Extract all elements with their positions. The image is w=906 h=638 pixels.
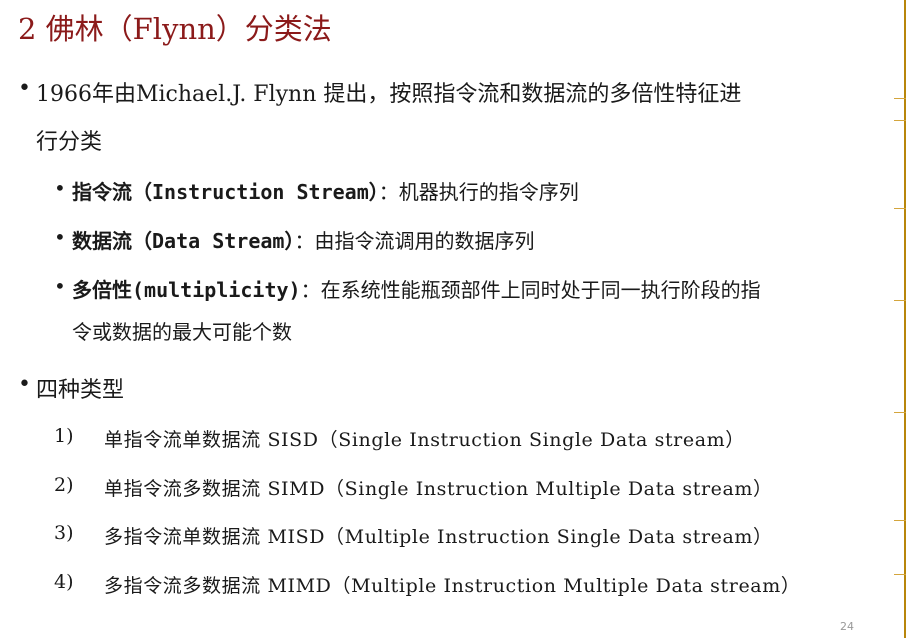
bullet-marker: •: [18, 372, 31, 397]
page-number: 24: [840, 620, 854, 633]
accent-tick: [894, 208, 906, 209]
bullet1-line2: 行分类: [36, 130, 103, 155]
sub-bullet-marker: •: [54, 225, 66, 249]
accent-tick: [894, 120, 906, 121]
item-number: 3): [54, 522, 74, 544]
item-number: 1): [54, 425, 74, 447]
item-number: 2): [54, 474, 74, 496]
accent-tick: [894, 98, 906, 99]
subitem-desc: ：在系统性能瓶颈部件上同时处于同一执行阶段的指: [300, 278, 761, 302]
subitem-term: 多倍性(multiplicity): [72, 278, 301, 302]
accent-tick: [894, 300, 906, 301]
sub-bullet-marker: •: [54, 176, 66, 200]
accent-tick: [894, 412, 906, 413]
subitem-term: 数据流（Data Stream）: [72, 229, 295, 253]
bullet1-line1: 1966年由Michael.J. Flynn 提出，按照指令流和数据流的多倍性特…: [36, 82, 742, 107]
bullet-marker: •: [18, 76, 31, 101]
accent-tick: [894, 574, 906, 575]
type-mimd: 多指令流多数据流 MIMD（Multiple Instruction Multi…: [104, 575, 801, 597]
slide-title: 2 佛林（Flynn）分类法: [18, 12, 332, 46]
type-simd: 单指令流多数据流 SIMD（Single Instruction Multipl…: [104, 478, 773, 500]
subitem-multiplicity: 多倍性(multiplicity)：在系统性能瓶颈部件上同时处于同一执行阶段的指: [72, 274, 761, 303]
subitem-multiplicity-cont: 令或数据的最大可能个数: [72, 320, 292, 344]
subitem-instruction-stream: 指令流（Instruction Stream）：机器执行的指令序列: [72, 176, 579, 205]
accent-tick: [894, 520, 906, 521]
subitem-desc: ：由指令流调用的数据序列: [294, 229, 535, 253]
sub-bullet-marker: •: [54, 274, 66, 298]
type-sisd: 单指令流单数据流 SISD（Single Instruction Single …: [104, 429, 745, 451]
item-number: 4): [54, 571, 74, 593]
subitem-term: 指令流（Instruction Stream）: [72, 180, 379, 204]
subitem-desc: ：机器执行的指令序列: [378, 180, 579, 204]
subitem-data-stream: 数据流（Data Stream）：由指令流调用的数据序列: [72, 225, 534, 254]
type-misd: 多指令流单数据流 MISD（Multiple Instruction Singl…: [104, 526, 773, 548]
bullet2-label: 四种类型: [36, 378, 125, 403]
